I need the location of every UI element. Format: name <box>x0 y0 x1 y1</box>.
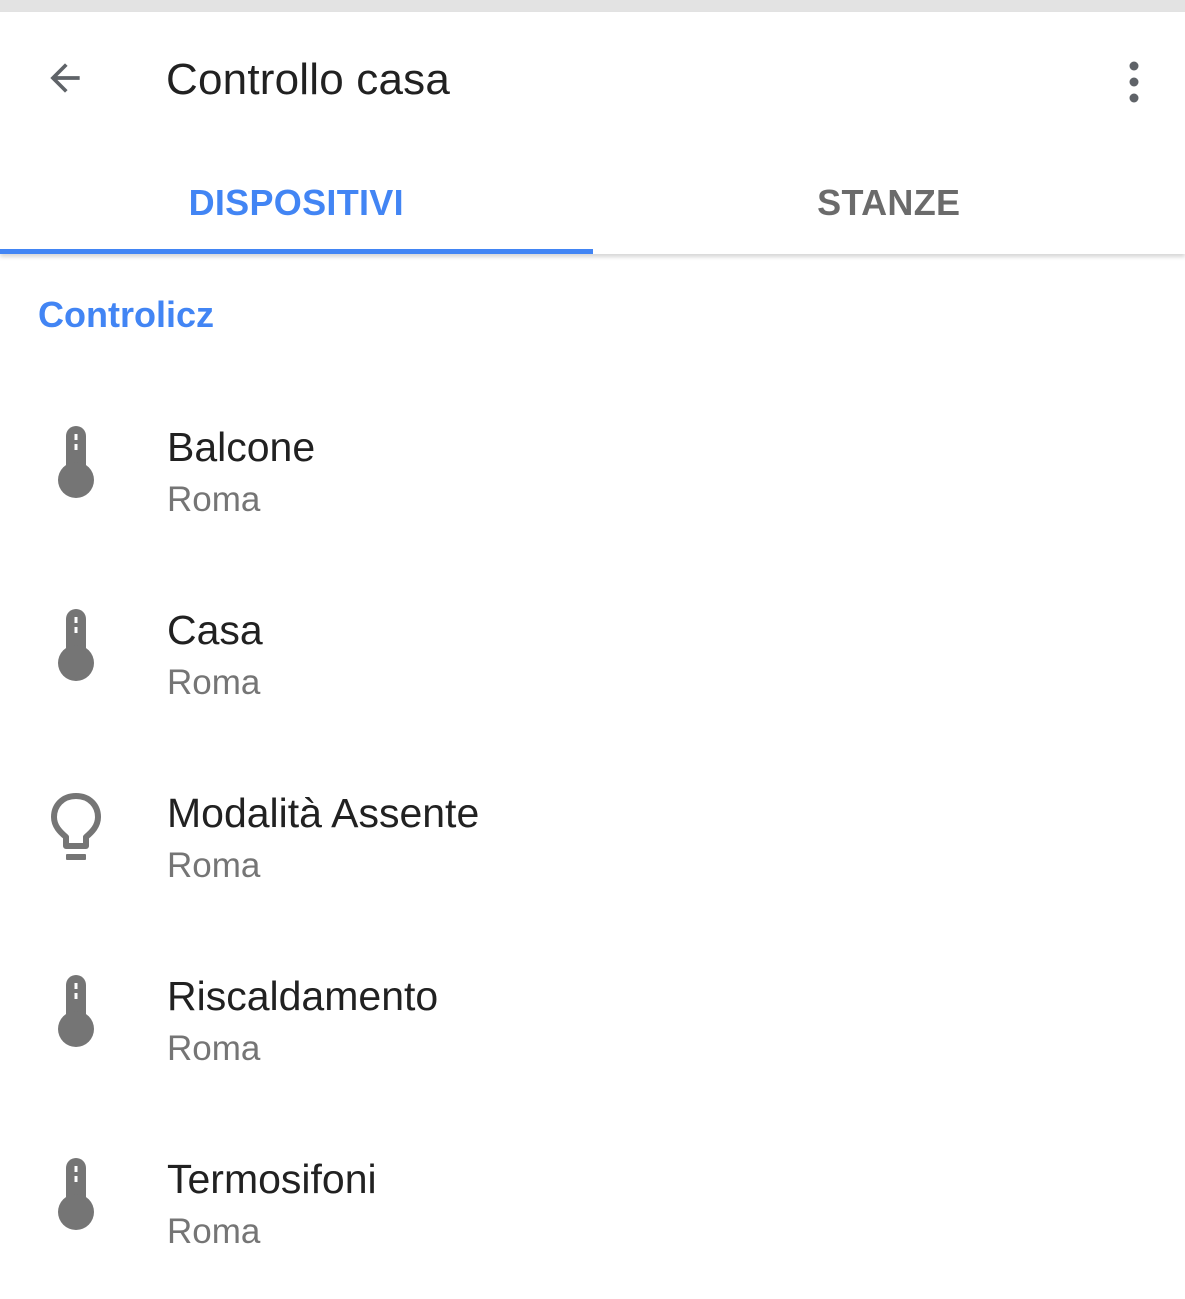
back-button[interactable] <box>30 48 100 108</box>
device-list: Balcone Roma Casa Roma M <box>0 384 1185 1299</box>
device-location: Roma <box>167 478 260 522</box>
list-item-modalita-assente[interactable]: Modalità Assente Roma <box>0 750 1185 933</box>
tab-dispositivi-label: DISPOSITIVI <box>189 182 404 224</box>
app-bar: Controllo casa DISPOSITIVI STANZE <box>0 12 1185 254</box>
list-item-riscaldamento[interactable]: Riscaldamento Roma <box>0 933 1185 1116</box>
device-location: Roma <box>167 1027 260 1071</box>
list-item-casa[interactable]: Casa Roma <box>0 567 1185 750</box>
status-bar <box>0 0 1185 12</box>
thermometer-icon <box>46 1156 106 1246</box>
list-item-balcone[interactable]: Balcone Roma <box>0 384 1185 567</box>
more-options-button[interactable] <box>1104 52 1164 112</box>
device-location: Roma <box>167 1210 260 1254</box>
lightbulb-icon <box>46 790 106 880</box>
thermometer-icon <box>46 973 106 1063</box>
list-item-termosifoni[interactable]: Termosifoni Roma <box>0 1116 1185 1299</box>
device-name: Balcone <box>167 422 315 472</box>
tab-bar: DISPOSITIVI STANZE <box>0 152 1185 254</box>
tab-stanze[interactable]: STANZE <box>593 152 1185 254</box>
tab-stanze-label: STANZE <box>817 182 960 224</box>
thermometer-icon <box>46 424 106 514</box>
device-name: Termosifoni <box>167 1154 377 1204</box>
more-vert-icon <box>1124 60 1144 104</box>
device-name: Riscaldamento <box>167 971 438 1021</box>
device-list-container: Controlicz Balcone Roma <box>0 254 1185 1280</box>
arrow-back-icon <box>43 56 87 100</box>
thermometer-icon <box>46 607 106 697</box>
device-location: Roma <box>167 661 260 705</box>
page-title: Controllo casa <box>166 52 450 108</box>
device-name: Modalità Assente <box>167 788 479 838</box>
device-location: Roma <box>167 844 260 888</box>
tab-dispositivi[interactable]: DISPOSITIVI <box>0 152 593 254</box>
device-name: Casa <box>167 605 263 655</box>
section-header: Controlicz <box>38 294 214 336</box>
tab-indicator <box>0 249 593 254</box>
